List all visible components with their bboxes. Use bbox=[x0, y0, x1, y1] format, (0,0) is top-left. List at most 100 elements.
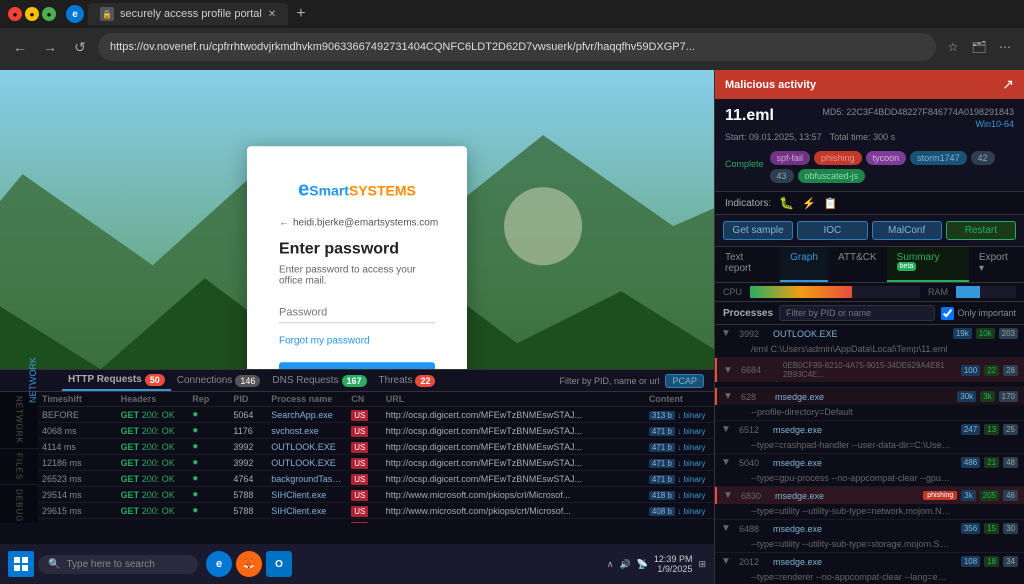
cell-rep: ● bbox=[188, 423, 229, 439]
malconf-button[interactable]: MalConf bbox=[872, 221, 942, 240]
list-item[interactable]: ▼ 6684 ai.exe 0EB0CF99-8210-4A75-9015-34… bbox=[715, 358, 1024, 388]
window-close-button[interactable]: ● bbox=[8, 7, 22, 21]
process-row[interactable]: ▼ 6512 msedge.exe 247 13 25 bbox=[715, 421, 1024, 438]
window-min-button[interactable]: ● bbox=[25, 7, 39, 21]
list-item[interactable]: ▼ 2012 msedge.exe 108 18 34 --type=rende… bbox=[715, 553, 1024, 584]
process-cmd: --type=renderer --no-appcompat-clear --l… bbox=[751, 572, 951, 582]
table-row[interactable]: 29615 ms GET 200: OK ● 5788 SIHClient.ex… bbox=[38, 503, 714, 519]
process-row[interactable]: ▼ 628 msedge.exe 30k 3k 170 bbox=[715, 388, 1024, 405]
cell-url[interactable]: http://www.msftconnecttest.com/connectte… bbox=[382, 519, 645, 524]
cell-url[interactable]: http://ocsp.digicert.com/MFEwTzBNMEswSTA… bbox=[382, 423, 645, 439]
active-tab[interactable]: 🔒 securely access profile portal ✕ bbox=[88, 3, 288, 25]
expand-icon[interactable]: ▼ bbox=[723, 490, 737, 501]
share-icon[interactable]: ↗ bbox=[1002, 76, 1014, 93]
list-item[interactable]: ▼ 6512 msedge.exe 247 13 25 --type=crash… bbox=[715, 421, 1024, 454]
taskbar-app-edge[interactable]: e bbox=[206, 551, 232, 577]
badge-42[interactable]: 42 bbox=[971, 151, 995, 165]
new-tab-button[interactable]: + bbox=[292, 5, 309, 23]
pcap-button[interactable]: PCAP bbox=[665, 374, 704, 388]
list-item[interactable]: ▼ 3992 OUTLOOK.EXE 19k 10k 203 /eml C:\U… bbox=[715, 325, 1024, 358]
nav-refresh-button[interactable]: ↺ bbox=[68, 35, 92, 59]
badge-tycoon[interactable]: tycoon bbox=[866, 151, 907, 165]
tab-close-button[interactable]: ✕ bbox=[268, 9, 276, 20]
table-row[interactable]: 4068 ms GET 200: OK ● 1176 svchost.exe U… bbox=[38, 423, 714, 439]
processes-label: Processes bbox=[723, 308, 773, 319]
graph-tab[interactable]: Graph bbox=[780, 247, 828, 282]
restart-button[interactable]: Restart bbox=[946, 221, 1016, 240]
export-tab[interactable]: Export ▾ bbox=[969, 247, 1024, 282]
nav-forward-button[interactable]: → bbox=[38, 35, 62, 59]
list-item[interactable]: ▼ 628 msedge.exe 30k 3k 170 --profile-di… bbox=[715, 388, 1024, 421]
cell-url[interactable]: http://www.microsoft.com/pkiops/crt/Micr… bbox=[382, 503, 645, 519]
only-important-toggle[interactable]: Only important bbox=[941, 307, 1016, 320]
cell-content: 471 b ↓ binary bbox=[645, 471, 714, 487]
ram-fill bbox=[956, 286, 980, 298]
cell-url[interactable]: http://www.microsoft.com/pkiops/crl/Micr… bbox=[382, 487, 645, 503]
summary-tab[interactable]: Summary beta bbox=[887, 247, 969, 282]
win-version: Win10-64 bbox=[975, 119, 1014, 129]
table-row[interactable]: 12186 ms GET 200: OK ● 3992 OUTLOOK.EXE … bbox=[38, 455, 714, 471]
table-row[interactable]: 93677 ms HEAD 200: OK ● 7884 svchost.exe… bbox=[38, 519, 714, 524]
attck-tab[interactable]: ATT&CK bbox=[828, 247, 887, 282]
cell-process: OUTLOOK.EXE bbox=[267, 439, 347, 455]
cell-url[interactable]: http://ocsp.digicert.com/MFEwTzBNMEswSTA… bbox=[382, 439, 645, 455]
bug-icon[interactable]: 🐛 bbox=[779, 196, 794, 210]
badge-obfuscated[interactable]: obfuscated-js bbox=[798, 169, 866, 183]
cell-process: svchost.exe bbox=[267, 519, 347, 524]
cell-url[interactable]: http://ocsp.digicert.com/MFEwTzBNMEswSTA… bbox=[382, 455, 645, 471]
process-row[interactable]: ▼ 3992 OUTLOOK.EXE 19k 10k 203 bbox=[715, 325, 1024, 342]
stat-net: 3k bbox=[961, 490, 975, 501]
nav-back-button[interactable]: ← bbox=[8, 35, 32, 59]
get-sample-button[interactable]: Get sample bbox=[723, 221, 793, 240]
process-row[interactable]: ▼ 6830 msedge.exe phishing 3k 205 46 bbox=[715, 487, 1024, 504]
settings-icon[interactable]: ⋯ bbox=[994, 36, 1016, 58]
table-row[interactable]: 26523 ms GET 200: OK ● 4764 backgroundTa… bbox=[38, 471, 714, 487]
table-row[interactable]: 4114 ms GET 200: OK ● 3992 OUTLOOK.EXE U… bbox=[38, 439, 714, 455]
process-row[interactable]: ▼ 5040 msedge.exe 486 21 48 bbox=[715, 454, 1024, 471]
badge-spf[interactable]: spf-fail bbox=[770, 151, 811, 165]
process-icons: --type=utility --utility-sub-type=networ… bbox=[715, 504, 1024, 519]
badge-phishing[interactable]: phishing bbox=[814, 151, 862, 165]
process-row[interactable]: ▼ 6684 ai.exe 0EB0CF99-8210-4A75-9015-34… bbox=[715, 358, 1024, 382]
cell-url[interactable]: http://ocsp.digicert.com/MFEwTzBNMEswSTA… bbox=[382, 471, 645, 487]
password-input[interactable] bbox=[279, 302, 435, 323]
badge-storm[interactable]: storm1747 bbox=[910, 151, 967, 165]
expand-icon[interactable]: ▼ bbox=[723, 391, 737, 402]
expand-icon[interactable]: ▼ bbox=[721, 556, 735, 567]
process-row[interactable]: ▼ 6488 msedge.exe 356 15 30 bbox=[715, 520, 1024, 537]
expand-icon[interactable]: ▼ bbox=[721, 523, 735, 534]
process-row[interactable]: ▼ 2012 msedge.exe 108 18 34 bbox=[715, 553, 1024, 570]
connections-tab[interactable]: Connections 146 bbox=[171, 370, 267, 391]
expand-icon[interactable]: ▼ bbox=[721, 328, 735, 339]
taskbar-app-outlook[interactable]: O bbox=[266, 551, 292, 577]
window-max-button[interactable]: ● bbox=[42, 7, 56, 21]
badge-43[interactable]: 43 bbox=[770, 169, 794, 183]
ioc-button[interactable]: IOC bbox=[797, 221, 867, 240]
expand-icon[interactable]: ▼ bbox=[721, 457, 735, 468]
text-report-tab[interactable]: Text report bbox=[715, 247, 780, 282]
taskbar-app-firefox[interactable]: 🦊 bbox=[236, 551, 262, 577]
list-item[interactable]: ▼ 6488 msedge.exe 356 15 30 --type=utili… bbox=[715, 520, 1024, 553]
expand-icon[interactable]: ▼ bbox=[723, 365, 737, 376]
http-tab[interactable]: HTTP Requests 50 bbox=[62, 370, 171, 391]
process-filter-input[interactable] bbox=[779, 305, 935, 321]
only-important-checkbox[interactable] bbox=[941, 307, 954, 320]
dns-tab[interactable]: DNS Requests 167 bbox=[266, 370, 372, 391]
taskbar-search[interactable]: 🔍 Type here to search bbox=[38, 555, 198, 574]
network-indicator-icon[interactable]: ⚡ bbox=[802, 197, 816, 210]
ram-label: RAM bbox=[928, 287, 948, 297]
star-icon[interactable]: ☆ bbox=[942, 36, 964, 58]
start-button[interactable] bbox=[8, 551, 34, 577]
collections-icon[interactable]: 🗂 bbox=[968, 36, 990, 58]
table-row[interactable]: BEFORE GET 200: OK ● 5064 SearchApp.exe … bbox=[38, 407, 714, 423]
copy-icon[interactable]: 📋 bbox=[824, 197, 838, 210]
table-row[interactable]: 29514 ms GET 200: OK ● 5788 SIHClient.ex… bbox=[38, 487, 714, 503]
cell-url[interactable]: http://ocsp.digicert.com/MFEwTzBNMEswSTA… bbox=[382, 407, 645, 423]
expand-icon[interactable]: ▼ bbox=[721, 424, 735, 435]
threats-tab[interactable]: Threats 22 bbox=[373, 370, 442, 391]
address-bar[interactable] bbox=[98, 33, 936, 61]
forgot-password-link[interactable]: Forgot my password bbox=[279, 335, 435, 346]
list-item[interactable]: ▼ 6830 msedge.exe phishing 3k 205 46 --t… bbox=[715, 487, 1024, 520]
process-stats: 19k 10k 203 bbox=[953, 328, 1018, 339]
list-item[interactable]: ▼ 5040 msedge.exe 486 21 48 --type=gpu-p… bbox=[715, 454, 1024, 487]
